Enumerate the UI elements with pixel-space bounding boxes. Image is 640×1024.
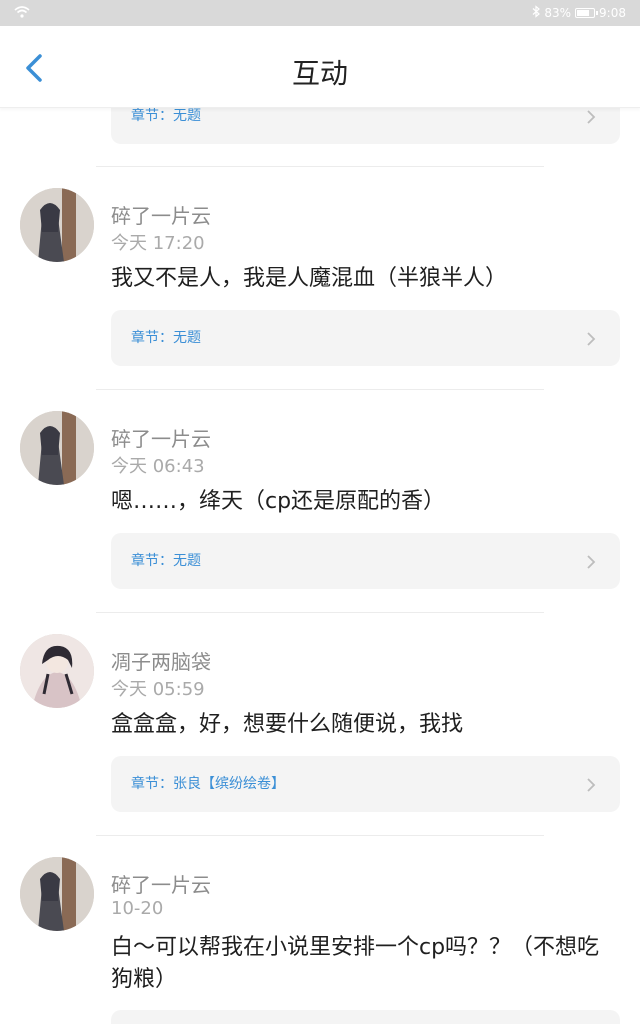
comment-text: 我又不是人，我是人魔混血（半狼半人） <box>111 266 508 291</box>
divider <box>96 835 544 836</box>
timestamp: 10-20 <box>111 898 164 919</box>
chapter-link-card[interactable] <box>111 1010 620 1024</box>
username: 碎了一片云 <box>111 873 211 897</box>
avatar[interactable] <box>20 634 94 708</box>
avatar[interactable] <box>20 857 94 931</box>
comment-text: 白～可以帮我在小说里安排一个cp吗？？（不想吃狗粮） <box>111 935 600 992</box>
comment-text: 嗯……，绛天（cp还是原配的香） <box>111 489 446 514</box>
chapter-label: 章节：无题 <box>131 108 201 124</box>
divider <box>96 389 544 390</box>
comment-text: 盒盒盒，好，想要什么随便说，我找 <box>111 712 464 737</box>
battery-percent: 83% <box>544 6 572 20</box>
comment-list[interactable]: 章节：无题 碎了一片云 今天 17:20 我又不是人，我是人魔混血（半狼半人） … <box>0 108 640 1024</box>
chapter-link-card[interactable]: 章节：无题 <box>111 108 620 144</box>
chapter-label: 章节：张良【缤纷绘卷】 <box>131 776 285 792</box>
chapter-link-card[interactable]: 章节：张良【缤纷绘卷】 <box>111 756 620 812</box>
chevron-right-icon <box>587 555 596 569</box>
wifi-icon <box>14 5 30 22</box>
clock: 9:08 <box>599 6 626 20</box>
chapter-label: 章节：无题 <box>131 330 201 346</box>
username: 碎了一片云 <box>111 204 211 228</box>
comment-item: 碎了一片云 10-20 白～可以帮我在小说里安排一个cp吗？？（不想吃狗粮） <box>0 857 640 1024</box>
username: 碎了一片云 <box>111 427 211 451</box>
chapter-label: 章节：无题 <box>131 553 201 569</box>
avatar[interactable] <box>20 188 94 262</box>
battery-level-fill <box>577 10 590 16</box>
chevron-right-icon <box>587 110 596 124</box>
avatar[interactable] <box>20 411 94 485</box>
status-bar: 83% 9:08 <box>0 0 640 26</box>
timestamp: 今天 05:59 <box>111 679 205 700</box>
comment-item: 碎了一片云 今天 17:20 我又不是人，我是人魔混血（半狼半人） 章节：无题 <box>0 188 640 398</box>
timestamp: 今天 06:43 <box>111 456 205 477</box>
chapter-link-card[interactable]: 章节：无题 <box>111 533 620 589</box>
username: 凋子两脑袋 <box>111 650 211 674</box>
page-title: 互动 <box>291 57 348 90</box>
comment-item: 凋子两脑袋 今天 05:59 盒盒盒，好，想要什么随便说，我找 章节：张良【缤纷… <box>0 634 640 844</box>
chevron-right-icon <box>587 332 596 346</box>
header-bar: 互动 <box>0 26 640 108</box>
comment-item: 碎了一片云 今天 06:43 嗯……，绛天（cp还是原配的香） 章节：无题 <box>0 411 640 621</box>
bluetooth-icon <box>532 5 541 21</box>
chapter-link-card[interactable]: 章节：无题 <box>111 310 620 366</box>
battery-icon <box>575 8 599 18</box>
divider <box>96 166 544 167</box>
timestamp: 今天 17:20 <box>111 233 205 254</box>
divider <box>96 612 544 613</box>
chevron-right-icon <box>587 778 596 792</box>
